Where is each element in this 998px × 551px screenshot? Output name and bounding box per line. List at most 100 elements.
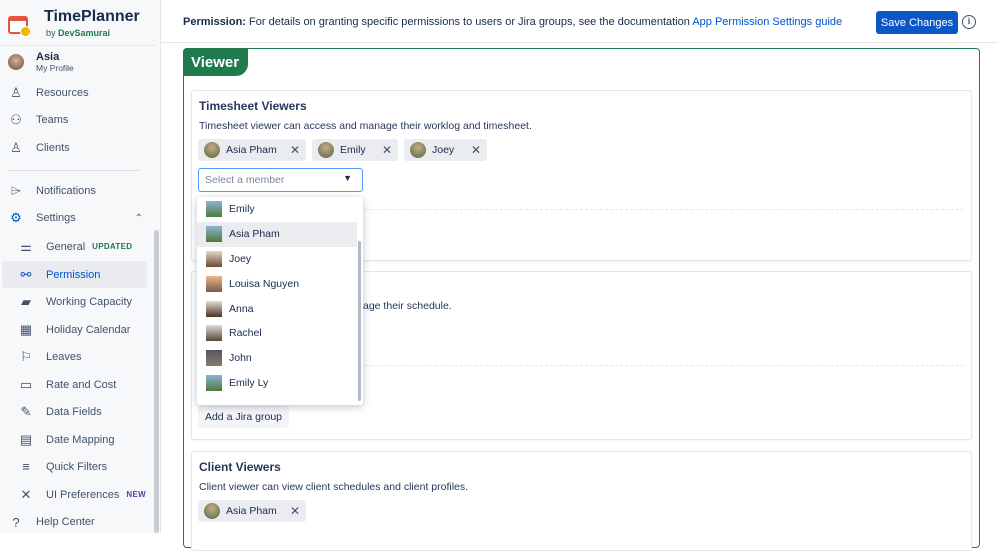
sidebar-item-label: Settings (36, 212, 76, 224)
sidebar-item-label: Teams (36, 114, 69, 126)
header: Permission: For details on granting spec… (161, 0, 998, 43)
tools-icon: ✕ (20, 486, 32, 502)
remove-icon[interactable]: ✕ (471, 143, 481, 157)
avatar (206, 250, 222, 267)
dropdown-option[interactable]: Emily Ly (197, 371, 357, 396)
option-label: Anna (229, 302, 254, 315)
briefcase-icon: ▰ (21, 293, 31, 309)
permission-guide-link[interactable]: App Permission Settings guide (692, 16, 842, 28)
avatar (206, 226, 222, 243)
sidebar-item-resources[interactable]: ♙ Resources (8, 81, 89, 105)
brand-title: TimePlanner (44, 8, 140, 25)
member-select[interactable]: Select a member ▼ (198, 168, 363, 192)
updated-badge: UPDATED (92, 242, 133, 251)
chevron-down-icon: ▼ (343, 173, 352, 183)
card-title: Timesheet Viewers (199, 99, 307, 113)
remove-icon[interactable]: ✕ (382, 143, 392, 157)
sidebar-item-label: Holiday Calendar (46, 323, 131, 336)
sidebar-item-label: General (46, 240, 86, 253)
sidebar-item-rate-and-cost[interactable]: ▭ Rate and Cost (2, 371, 147, 398)
money-icon: ▭ (19, 376, 33, 392)
perm-text: For details on granting specific permiss… (249, 16, 690, 28)
sidebar-item-permission[interactable]: ⚯ Permission (2, 261, 147, 288)
sidebar-scrollbar[interactable] (154, 230, 159, 533)
save-changes-button[interactable]: Save Changes (876, 11, 958, 34)
sidebar-item-label: Clients (36, 142, 70, 154)
sidebar-item-leaves[interactable]: ⚐ Leaves (2, 343, 147, 370)
option-label: Rachel (229, 327, 262, 340)
member-name: Joey (432, 144, 455, 156)
megaphone-icon: ⌲ (10, 183, 22, 198)
sidebar-item-teams[interactable]: ⚇ Teams (8, 108, 68, 132)
option-label: Joey (229, 252, 252, 265)
sidebar-item-ui-preferences[interactable]: ✕ UI Preferences NEW (2, 481, 147, 508)
pencil-icon: ✎ (20, 403, 32, 419)
card-desc: Timesheet viewer can access and manage t… (199, 120, 532, 132)
sidebar-item-working-capacity[interactable]: ▰ Working Capacity (2, 288, 147, 315)
filter-icon: ≡ (22, 459, 30, 474)
avatar (206, 300, 222, 317)
avatar (410, 142, 426, 158)
avatar (318, 142, 334, 158)
sidebar-item-profile[interactable]: Asia My Profile (8, 50, 74, 74)
sidebar-item-clients[interactable]: ♙ Clients (8, 136, 70, 160)
dropdown-option[interactable]: John (197, 346, 357, 371)
option-label: Louisa Nguyen (229, 277, 300, 290)
sidebar-item-label: Permission (46, 268, 101, 281)
member-chip: Joey ✕ (404, 139, 487, 161)
dropdown-option[interactable]: Rachel (197, 321, 357, 346)
permission-notice: Permission: For details on granting spec… (183, 16, 842, 28)
avatar (206, 374, 222, 391)
avatar (206, 325, 222, 342)
calendar-icon: ▦ (19, 321, 33, 337)
remove-icon[interactable]: ✕ (290, 143, 300, 157)
client-viewers-card: Client Viewers Client viewer can view cl… (191, 451, 972, 551)
sidebar-item-data-fields[interactable]: ✎ Data Fields (2, 398, 147, 425)
dropdown-option[interactable]: Louisa Nguyen (197, 271, 357, 296)
dropdown-option[interactable]: Joey (197, 247, 357, 272)
add-jira-group-button[interactable]: Add a Jira group (198, 405, 289, 428)
avatar (206, 201, 222, 218)
profile-name: Asia (36, 51, 60, 63)
team-icon: ⚇ (10, 112, 22, 127)
viewer-tab[interactable]: Viewer (183, 48, 248, 76)
dropdown-option[interactable]: Emily (197, 197, 357, 222)
sidebar-item-settings[interactable]: ⚙ Settings ⌃ (8, 206, 143, 230)
sliders-icon: ⚌ (20, 238, 32, 254)
card-desc: Client viewer can view client schedules … (199, 481, 469, 493)
dropdown-option[interactable]: Asia Pham (197, 221, 357, 247)
sidebar-item-label: Resources (36, 87, 89, 99)
sidebar-item-holiday-calendar[interactable]: ▦ Holiday Calendar (2, 316, 147, 343)
sidebar-item-label: Rate and Cost (46, 378, 117, 391)
sidebar-item-label: Notifications (36, 185, 96, 197)
brand[interactable]: TimePlanner by DevSamurai (8, 8, 140, 38)
option-label: Emily Ly (229, 376, 269, 389)
info-icon[interactable]: i (962, 15, 976, 29)
sidebar-item-date-mapping[interactable]: ▤ Date Mapping (2, 426, 147, 453)
client-icon: ♙ (10, 140, 22, 155)
dropdown-scrollbar[interactable] (358, 241, 361, 401)
sidebar-item-quick-filters[interactable]: ≡ Quick Filters (2, 453, 147, 480)
member-chip: Asia Pham ✕ (198, 500, 306, 522)
divider (0, 45, 155, 46)
remove-icon[interactable]: ✕ (290, 504, 300, 518)
select-placeholder: Select a member (205, 174, 285, 186)
sidebar-item-general[interactable]: ⚌ General UPDATED (2, 233, 147, 260)
new-badge: NEW (126, 490, 146, 499)
avatar (204, 503, 220, 519)
sidebar-item-help-center[interactable]: ? Help Center (8, 510, 94, 534)
member-name: Emily (340, 144, 366, 156)
sidebar-item-label: UI Preferences (46, 488, 120, 501)
calendar-check-icon: ▤ (19, 431, 33, 447)
member-chip: Emily ✕ (312, 139, 398, 161)
sidebar-item-label: Quick Filters (46, 460, 108, 473)
brand-by: by (46, 28, 56, 38)
sidebar-item-notifications[interactable]: ⌲ Notifications (8, 179, 96, 203)
avatar (206, 275, 222, 292)
calendar-logo-icon (8, 16, 31, 37)
option-label: John (229, 352, 252, 365)
chevron-up-icon[interactable]: ⌃ (135, 213, 143, 224)
dropdown-option[interactable]: Anna (197, 296, 357, 321)
member-name: Asia Pham (226, 505, 277, 517)
avatar (206, 350, 222, 367)
